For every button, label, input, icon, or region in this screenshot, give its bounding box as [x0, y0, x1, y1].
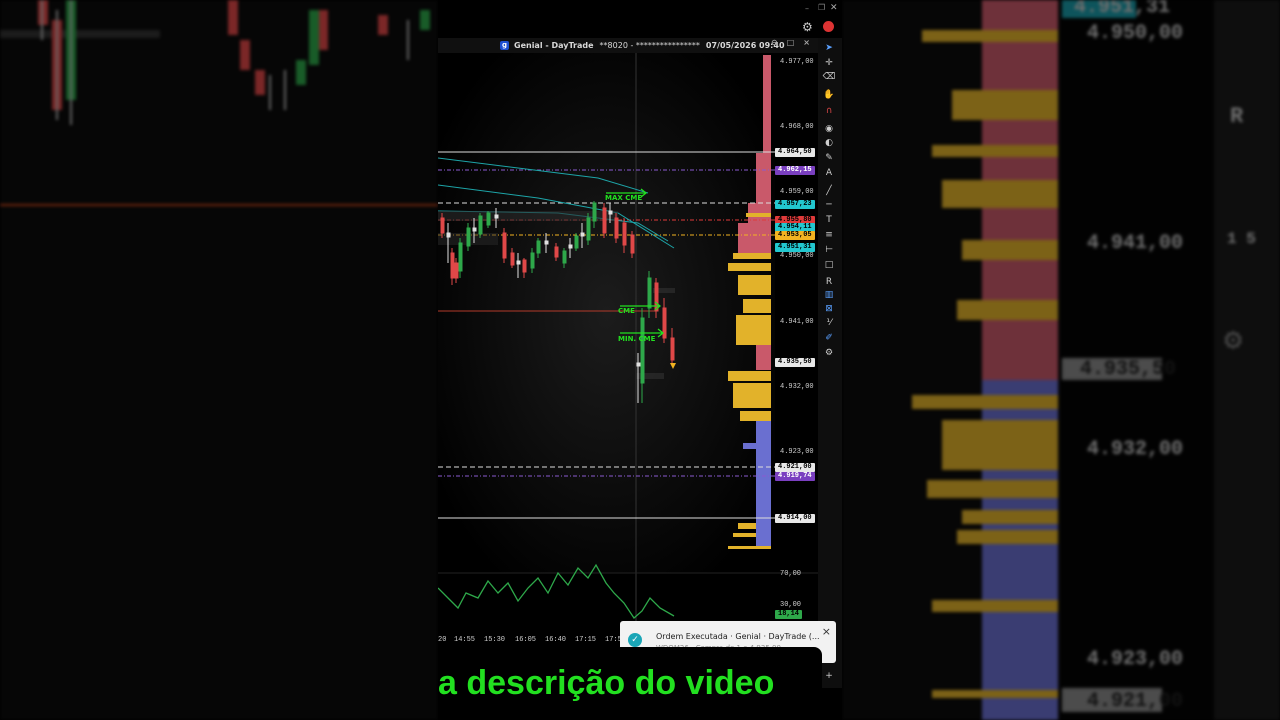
price-tag: 4.962,15: [775, 166, 815, 175]
video-caption: a descrição do video: [438, 647, 822, 720]
chart-canvas[interactable]: [438, 53, 818, 643]
oscillator-lower-label: 30,00: [780, 601, 802, 609]
cursor-icon[interactable]: ➤: [822, 43, 836, 53]
background-glyph-r: R: [1230, 104, 1244, 129]
time-axis-label: 15:30: [484, 636, 506, 644]
time-axis-label: 16:05: [515, 636, 537, 644]
background-right-volume-profile: [912, 0, 1280, 720]
background-glyph-number: 1 5: [1227, 230, 1256, 248]
chart-minimize-icon[interactable]: ⊖: [771, 38, 778, 47]
text-icon[interactable]: A: [822, 168, 836, 178]
chart-background: [438, 53, 775, 573]
background-price-label: 4.932,00: [1087, 438, 1184, 461]
annotation-cme: CME: [618, 307, 635, 315]
chart-restore-icon[interactable]: □: [787, 38, 795, 47]
add-icon[interactable]: +: [822, 671, 836, 681]
palette-icon[interactable]: ◐: [822, 138, 836, 148]
background-price-label: 4.921,00: [1087, 690, 1184, 713]
chart-window-buttons: ⊖ □ ×: [771, 38, 810, 47]
axis-label: 4.923,00: [780, 448, 814, 456]
notification-icon[interactable]: [823, 21, 834, 32]
time-axis-label: 16:40: [545, 636, 567, 644]
axis-label: 4.959,00: [780, 188, 814, 196]
background-price-label: 4.923,00: [1087, 648, 1184, 671]
bars-icon[interactable]: ▥: [822, 290, 836, 300]
background-price-label: 4.941,00: [1087, 232, 1184, 255]
trendline-icon[interactable]: ╱: [822, 186, 836, 196]
close-icon[interactable]: ✕: [830, 3, 838, 13]
price-tag: 4.951,31: [775, 243, 815, 252]
price-tag: 4.964,50: [775, 148, 815, 157]
price-tag: 4.921,00: [775, 463, 815, 472]
minimize-icon[interactable]: –: [805, 4, 809, 13]
time-axis-label: 20: [438, 636, 447, 644]
drawing-toolbar: ➤ ✛ ⌫ ✋ ∩ ◉ ◐ ✎ A ╱ ─ T ≡ ⊢ □ R ▥ ⊠ ⅟ ✐ …: [818, 38, 842, 688]
oscillator-upper-label: 70,00: [780, 570, 802, 578]
eye-icon[interactable]: ◉: [822, 124, 836, 134]
hand-icon[interactable]: ✋: [822, 90, 836, 100]
price-tag: 4.914,00: [775, 514, 815, 523]
background-price-label: 4.950,00: [1087, 22, 1184, 45]
text-tool-icon[interactable]: T: [822, 215, 836, 225]
eraser-icon[interactable]: ⌫: [822, 72, 836, 82]
background-left-blurred-chart: [0, 0, 438, 720]
pen-icon[interactable]: ✐: [822, 333, 836, 343]
settings-gear-icon[interactable]: ⚙: [802, 20, 813, 34]
oscillator-panel: [438, 563, 818, 619]
oscillator-value-tag: 18,14: [775, 610, 803, 619]
account-label: **8020 - ****************: [599, 41, 700, 50]
price-tag: 4.953,05: [775, 231, 815, 240]
brush-icon[interactable]: ✎: [822, 153, 836, 163]
annotation-max-cme: MAX CME: [605, 194, 643, 202]
axis-label: 4.950,00: [780, 252, 814, 260]
price-tag: 4.957,23: [775, 200, 815, 209]
price-tag: 4.919,74: [775, 472, 815, 481]
time-axis-label: 14:55: [454, 636, 476, 644]
price-chart[interactable]: MAX CME CME MIN. CME 4.977,00 4.968,00 4…: [438, 53, 818, 643]
ruler-icon[interactable]: ⊢: [822, 245, 836, 255]
toast-title: Ordem Executada · Genial · DayTrade (...: [656, 632, 820, 641]
magnet-icon[interactable]: ∩: [822, 106, 836, 116]
crosshair-icon[interactable]: ✛: [822, 58, 836, 68]
background-left-candles: [0, 0, 438, 206]
chart-titlebar: g Genial - DayTrade **8020 - ***********…: [438, 38, 818, 53]
axis-label: 4.977,00: [780, 58, 814, 66]
background-right-blurred-profile: 4.951,31 4.950,00 4.941,00 4.935,50 4.93…: [842, 0, 1280, 720]
horizontal-line-icon[interactable]: ─: [822, 200, 836, 210]
genial-logo-icon: g: [500, 41, 509, 50]
background-gear-icon: ⚙: [1224, 325, 1243, 359]
pattern-icon[interactable]: ⊠: [822, 304, 836, 314]
trading-app-window: – ❐ ✕ ⚙ g Genial - DayTrade **8020 - ***…: [438, 0, 842, 720]
axis-label: 4.941,00: [780, 318, 814, 326]
axis-label: 4.968,00: [780, 123, 814, 131]
window-title: Genial - DayTrade: [514, 41, 594, 50]
rectangle-icon[interactable]: □: [822, 260, 836, 270]
background-price-label: 4.951,31: [1074, 0, 1171, 19]
check-icon: ✓: [628, 633, 642, 647]
time-axis-label: 17:15: [575, 636, 597, 644]
fibonacci-icon[interactable]: ⅟: [822, 318, 836, 328]
settings-icon[interactable]: ⚙: [822, 348, 836, 358]
r-tool-icon[interactable]: R: [822, 277, 836, 287]
channel-icon[interactable]: ≡: [822, 230, 836, 240]
chart-close-icon[interactable]: ×: [803, 38, 810, 47]
price-tag: 4.935,50: [775, 358, 815, 367]
background-price-label: 4.935,50: [1080, 358, 1177, 381]
toast-close-icon[interactable]: ×: [822, 625, 831, 638]
annotation-min-cme: MIN. CME: [618, 335, 656, 343]
top-window-controls: – ❐ ✕ ⚙: [798, 2, 842, 38]
restore-icon[interactable]: ❐: [818, 3, 825, 12]
axis-label: 4.932,00: [780, 383, 814, 391]
